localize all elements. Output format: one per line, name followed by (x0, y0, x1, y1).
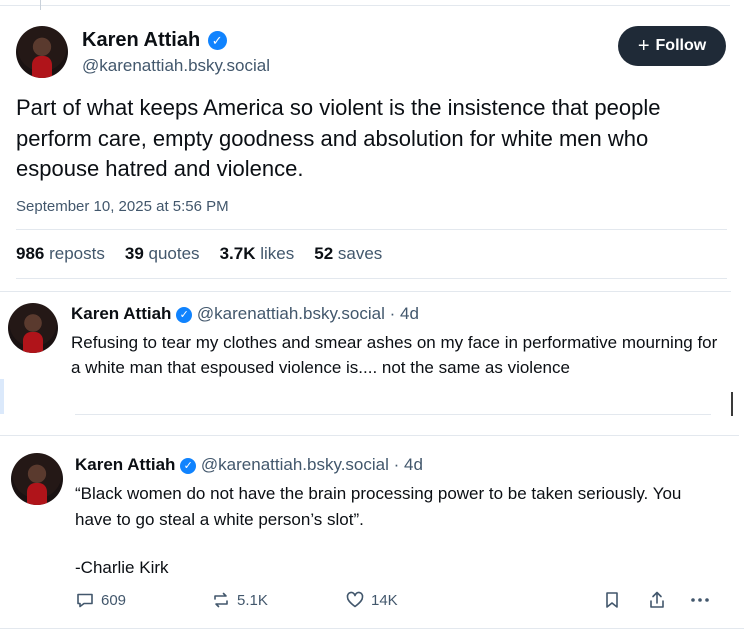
verified-badge-icon: ✓ (180, 457, 197, 474)
comment-icon (77, 593, 93, 608)
reply-header: Karen Attiah ✓ @karenattiah.bsky.social … (75, 454, 423, 476)
repost-count: 5.1K (237, 591, 268, 609)
reply-count: 609 (101, 591, 127, 609)
repost-action[interactable]: 5.1K (211, 590, 268, 610)
author-handle[interactable]: @karenattiah.bsky.social · 4d (197, 304, 419, 323)
author-handle[interactable]: @karenattiah.bsky.social · 4d (201, 455, 423, 474)
reply-action[interactable]: 609 (75, 590, 126, 610)
thread-line (40, 0, 41, 10)
author-name[interactable]: Karen Attiah (71, 304, 171, 323)
reply-text: Refusing to tear my clothes and smear as… (71, 333, 718, 377)
verified-badge-icon: ✓ (207, 31, 227, 51)
follow-button[interactable]: + Follow (618, 26, 726, 66)
bookmark-icon (606, 592, 618, 608)
follow-label: Follow (655, 37, 707, 54)
avatar[interactable] (11, 453, 63, 505)
heart-icon (346, 591, 364, 608)
post-text: Part of what keeps America so violent is… (16, 95, 661, 181)
author-name[interactable]: Karen Attiah (82, 29, 200, 51)
divider (75, 414, 711, 415)
plus-icon: + (637, 34, 650, 57)
reply-header: Karen Attiah ✓ @karenattiah.bsky.social … (71, 303, 419, 325)
stat-likes[interactable]: 3.7K likes (220, 244, 295, 264)
share-icon (650, 591, 664, 608)
ellipsis-icon (691, 598, 709, 602)
post-stats: 986 reposts 39 quotes 3.7K likes 52 save… (16, 244, 382, 264)
repost-icon (214, 592, 228, 608)
author-name[interactable]: Karen Attiah (75, 455, 175, 474)
post-timestamp[interactable]: September 10, 2025 at 5:56 PM (16, 198, 229, 215)
action-bar: 609 5.1K 14K (75, 590, 725, 612)
divider (16, 229, 727, 230)
verified-badge-icon: ✓ (176, 306, 193, 323)
author-name-row: Karen Attiah ✓ (82, 28, 227, 52)
bottom-divider (0, 628, 744, 629)
like-count: 14K (371, 591, 398, 609)
scrollbar[interactable] (731, 392, 733, 416)
avatar[interactable] (16, 26, 68, 78)
like-action[interactable]: 14K (345, 590, 398, 610)
top-divider (0, 5, 730, 6)
reply-signature: -Charlie Kirk (75, 558, 169, 577)
author-handle[interactable]: @karenattiah.bsky.social (82, 56, 270, 76)
bookmark-button[interactable] (602, 590, 622, 615)
reply-text: “Black women do not have the brain proce… (75, 484, 682, 529)
more-options-button[interactable] (689, 590, 711, 615)
avatar[interactable] (8, 303, 58, 353)
selection-marker (0, 379, 4, 414)
divider (16, 278, 727, 279)
stat-reposts[interactable]: 986 reposts (16, 244, 105, 264)
stat-quotes[interactable]: 39 quotes (125, 244, 200, 264)
share-button[interactable] (647, 590, 667, 615)
stat-saves[interactable]: 52 saves (314, 244, 382, 264)
